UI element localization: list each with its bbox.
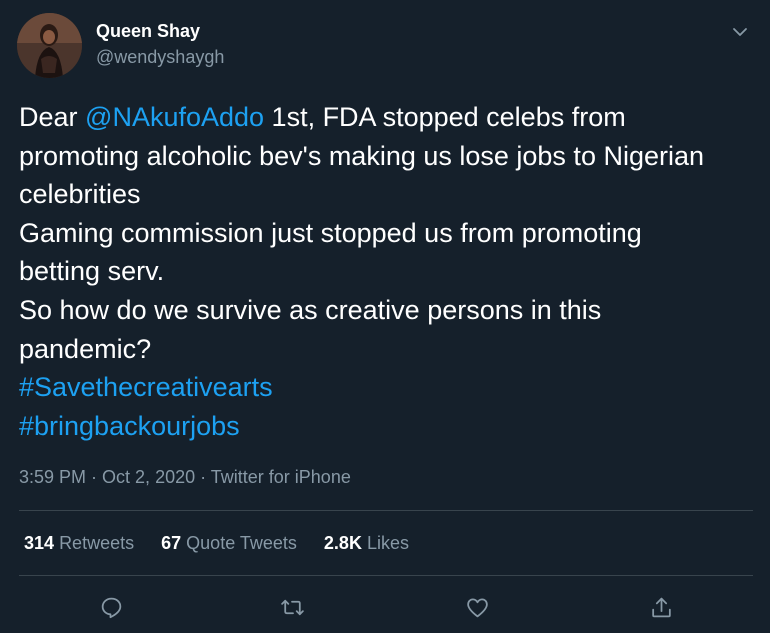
quotes-label: Quote Tweets <box>186 533 297 553</box>
retweets-count: 314 <box>24 533 55 553</box>
tweet-line: So how do we survive as creative persons… <box>19 294 602 325</box>
tweet-line: betting serv. <box>19 256 165 287</box>
reply-icon <box>101 597 121 618</box>
tweet-line: celebrities <box>19 179 141 210</box>
share-button[interactable] <box>646 592 676 622</box>
tweet-source[interactable]: Twitter for iPhone <box>211 467 351 487</box>
tweet-line: pandemic? <box>19 333 152 364</box>
likes-count: 2.8K <box>323 533 362 553</box>
mention-link[interactable]: @NAkufoAddo <box>85 102 264 132</box>
hashtag-link[interactable]: #Savethecreativearts <box>19 368 759 407</box>
quote-tweets-stat[interactable]: 67 Quote Tweets <box>161 533 297 554</box>
tweet-time[interactable]: 3:59 PM <box>19 467 86 487</box>
retweets-label: Retweets <box>59 533 135 553</box>
likes-stat[interactable]: 2.8K Likes <box>324 533 409 554</box>
meta-separator: · <box>86 467 103 487</box>
tweet-meta: 3:59 PM · Oct 2, 2020 · Twitter for iPho… <box>19 467 351 488</box>
likes-label: Likes <box>366 533 409 553</box>
retweet-icon <box>280 599 304 615</box>
tweet-line: Gaming commission just stopped us from p… <box>19 217 642 248</box>
tweet-line: Dear @NAkufoAddo 1st, FDA stopped celebs… <box>19 98 759 137</box>
like-button[interactable] <box>462 592 492 622</box>
divider <box>19 575 753 576</box>
share-icon <box>651 597 671 617</box>
display-name[interactable]: Queen Shay <box>96 21 200 42</box>
tweet-card: Queen Shay @wendyshaygh Dear @NAkufoAddo… <box>0 0 770 633</box>
tweet-text-segment: 1st, FDA stopped celebs from <box>264 102 626 132</box>
tweet-line: promoting alcoholic bev's making us lose… <box>19 140 705 171</box>
tweet-text: Dear @NAkufoAddo 1st, FDA stopped celebs… <box>19 98 759 445</box>
quotes-count: 67 <box>161 533 182 553</box>
avatar[interactable] <box>17 13 82 78</box>
divider <box>19 510 753 511</box>
heart-icon <box>466 597 488 617</box>
retweets-stat[interactable]: 314 Retweets <box>24 533 134 554</box>
user-handle[interactable]: @wendyshaygh <box>96 47 224 68</box>
tweet-text-segment: Dear <box>19 102 86 132</box>
tweet-stats: 314 Retweets 67 Quote Tweets 2.8K Likes <box>24 533 431 554</box>
retweet-button[interactable] <box>277 592 307 622</box>
meta-separator: · <box>195 467 211 487</box>
tweet-date[interactable]: Oct 2, 2020 <box>102 467 195 487</box>
chevron-down-icon[interactable] <box>728 20 752 44</box>
reply-button[interactable] <box>96 592 126 622</box>
hashtag-link[interactable]: #bringbackourjobs <box>19 407 759 446</box>
